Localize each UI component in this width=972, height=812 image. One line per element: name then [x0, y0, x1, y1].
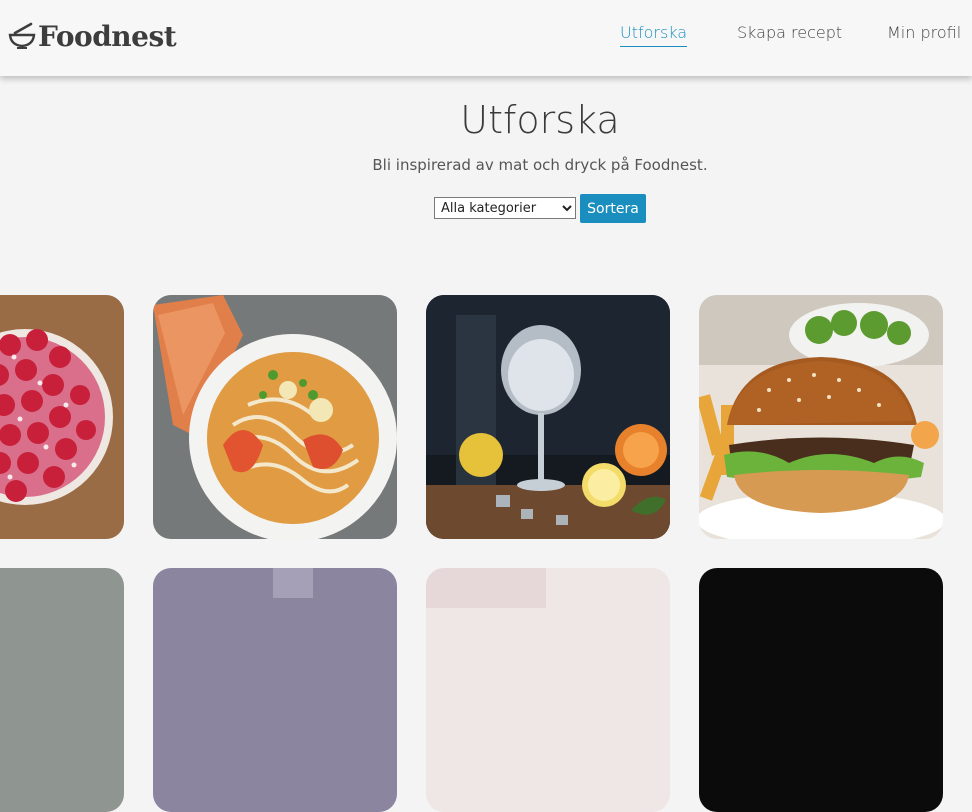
food-image	[426, 568, 670, 812]
page-title: Utforska	[460, 98, 620, 142]
recipe-card[interactable]	[153, 295, 397, 539]
recipe-card[interactable]	[426, 568, 670, 812]
recipe-card[interactable]	[699, 568, 943, 812]
food-image	[153, 568, 397, 812]
noodle-soup-image	[153, 295, 397, 539]
recipe-card[interactable]	[426, 295, 670, 539]
sort-button[interactable]: Sortera	[580, 194, 646, 223]
recipe-card[interactable]	[0, 295, 124, 539]
nav-link-min-profil[interactable]: Min profil	[887, 23, 961, 42]
mortar-bowl-icon	[8, 22, 36, 49]
recipe-card[interactable]	[153, 568, 397, 812]
nav-link-skapa-recept[interactable]: Skapa recept	[737, 23, 842, 42]
category-select[interactable]: Alla kategorier	[434, 197, 576, 219]
gin-tonic-image	[426, 295, 670, 539]
food-image	[0, 568, 124, 812]
strawberry-tart-image	[0, 295, 124, 539]
nav-link-utforska[interactable]: Utforska	[620, 23, 688, 47]
food-image	[699, 568, 943, 812]
burger-image	[699, 295, 943, 539]
recipe-card[interactable]	[0, 568, 124, 812]
logo-text: Foodnest	[38, 19, 177, 53]
recipe-card[interactable]	[699, 295, 943, 539]
logo-link[interactable]: Foodnest	[7, 18, 177, 54]
page-subtitle: Bli inspirerad av mat och dryck på Foodn…	[372, 156, 708, 174]
top-navigation-bar: Foodnest Utforska Skapa recept Min profi…	[0, 0, 972, 76]
